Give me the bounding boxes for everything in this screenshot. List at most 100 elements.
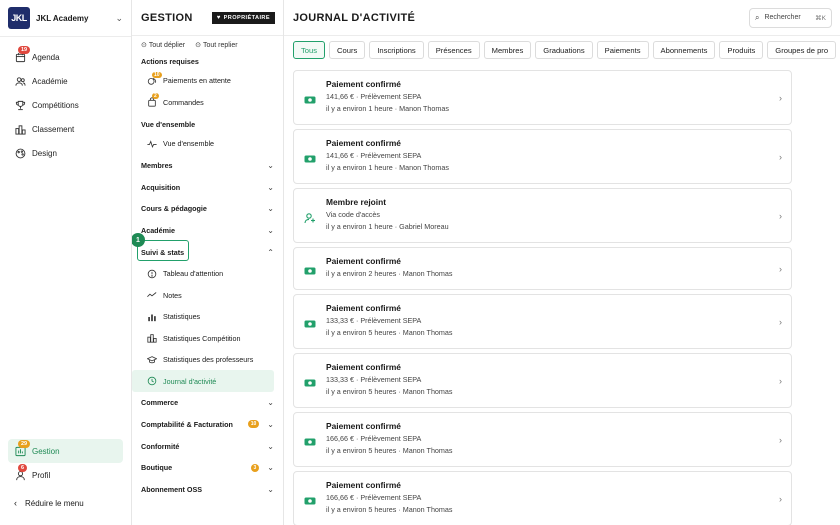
nav-item-academie[interactable]: Académie (0, 69, 131, 93)
tab-groupes[interactable]: Groupes de pro (767, 41, 837, 59)
app-rail: JKL JKL Academy ⌄ 19 Agenda Académie Com… (0, 0, 132, 525)
profil-badge: 6 (18, 464, 28, 472)
activity-card[interactable]: Paiement confirmé 141,66 € · Prélèvement… (293, 70, 792, 125)
chevron-right-icon: › (779, 151, 782, 162)
tab-abonnements[interactable]: Abonnements (652, 41, 716, 59)
reduce-menu-label: Réduire le menu (25, 498, 84, 508)
nav-item-label: Design (32, 148, 57, 158)
activity-card[interactable]: Membre rejoint Via code d'accès il y a e… (293, 188, 792, 243)
tab-tous[interactable]: Tous (293, 41, 326, 59)
tab-presences[interactable]: Présences (427, 41, 480, 59)
sub-item-commandes[interactable]: 2 Commandes (132, 92, 283, 114)
heart-icon: ♥ (216, 14, 221, 21)
sub-item-paiements-attente[interactable]: 10 Paiements en attente (132, 70, 283, 92)
activity-meta: il y a environ 5 heures · Manon Thomas (326, 505, 453, 514)
activity-title: Paiement confirmé (326, 303, 401, 313)
owner-badge: ♥ PROPRIÉTAIRE (211, 11, 275, 24)
activity-detail: 166,66 € · Prélèvement SEPA (326, 434, 422, 443)
tab-produits[interactable]: Produits (719, 41, 764, 59)
chevron-down-icon: ⌄ (267, 182, 274, 192)
tab-inscriptions[interactable]: Inscriptions (369, 41, 424, 59)
activity-title: Paiement confirmé (326, 79, 401, 89)
nav-item-agenda[interactable]: 19 Agenda (0, 45, 131, 69)
money-icon (304, 494, 316, 506)
reduce-menu-button[interactable]: ‹ Réduire le menu (0, 491, 131, 515)
rail-bottom: 29 Gestion 6 Profil ‹ Réduire le menu (0, 439, 131, 515)
nav-item-classement[interactable]: Classement (0, 117, 131, 141)
search-icon: ⌕ (755, 12, 760, 22)
tab-membres[interactable]: Membres (483, 41, 532, 59)
money-icon (304, 435, 316, 447)
palette-icon (14, 147, 26, 159)
tab-paiements[interactable]: Paiements (596, 41, 649, 59)
money-icon (304, 376, 316, 388)
activity-meta: il y a environ 5 heures · Manon Thomas (326, 328, 453, 337)
group-membres[interactable]: Membres ⌄ (132, 155, 283, 177)
brand-name: JKL Academy (36, 13, 89, 23)
bag-icon: 2 (146, 93, 159, 108)
activity-card[interactable]: Paiement confirmé 166,66 € · Prélèvement… (293, 471, 792, 525)
activity-title: Paiement confirmé (326, 362, 401, 372)
sub-item-statistiques[interactable]: Statistiques (132, 306, 283, 328)
sub-item-statistiques-professeurs[interactable]: Statistiques des professeurs (132, 349, 283, 371)
sub-item-tableau-attention[interactable]: Tableau d'attention (132, 263, 283, 285)
sub-item-label: Commandes (163, 97, 204, 107)
nav-item-design[interactable]: Design (0, 141, 131, 165)
chevron-right-icon: › (779, 493, 782, 504)
group-academie[interactable]: Académie ⌄ (132, 220, 283, 242)
alert-circle-icon (146, 268, 158, 280)
nav-item-label: Classement (32, 124, 75, 134)
expand-all-button[interactable]: ⊙ Tout déplier (141, 41, 185, 49)
activity-detail: Via code d'accès (326, 210, 380, 219)
tab-graduations[interactable]: Graduations (535, 41, 593, 59)
search-button[interactable]: ⌕ Rechercher ⌘K (749, 7, 832, 28)
search-label: Rechercher (764, 14, 801, 21)
chevron-right-icon: › (779, 375, 782, 386)
brand-switcher[interactable]: JKL JKL Academy ⌄ (0, 0, 131, 36)
activity-card[interactable]: Paiement confirmé 133,33 € · Prélèvement… (293, 294, 792, 349)
gestion-panel: GESTION ♥ PROPRIÉTAIRE ⊙ Tout déplier ⊙ Tou… (132, 0, 284, 525)
activity-card[interactable]: Paiement confirmé il y a environ 2 heure… (293, 247, 792, 290)
nav-item-label: Profil (32, 470, 51, 480)
activity-card[interactable]: Paiement confirmé 166,66 € · Prélèvement… (293, 412, 792, 467)
group-label: Conformité (141, 441, 180, 451)
activity-meta: il y a environ 5 heures · Manon Thomas (326, 446, 453, 455)
owner-badge-label: PROPRIÉTAIRE (223, 14, 270, 21)
activity-card[interactable]: Paiement confirmé 133,33 € · Prélèvement… (293, 353, 792, 408)
tab-cours[interactable]: Cours (329, 41, 366, 59)
activity-card[interactable]: Paiement confirmé 141,66 € · Prélèvement… (293, 129, 792, 184)
group-acquisition[interactable]: Acquisition ⌄ (132, 176, 283, 198)
chevron-down-icon: ⌄ (267, 160, 274, 170)
nav-item-competitions[interactable]: Compétitions (0, 93, 131, 117)
main-header: JOURNAL D'ACTIVITÉ ⌕ Rechercher ⌘K (284, 0, 840, 36)
group-cours[interactable]: Cours & pédagogie ⌄ (132, 198, 283, 220)
divider (0, 36, 131, 37)
chevron-up-icon: ⌃ (267, 247, 274, 257)
group-label: Commerce (141, 398, 179, 408)
nav-item-profil[interactable]: 6 Profil (0, 463, 131, 487)
group-suivi-stats[interactable]: 1 Suivi & stats ⌃ (132, 233, 283, 263)
group-label: Abonnement OSS (141, 485, 203, 495)
collapse-all-button[interactable]: ⊙ Tout replier (195, 41, 238, 49)
nav-item-gestion[interactable]: 29 Gestion (8, 439, 123, 463)
sub-item-vue-ensemble[interactable]: Vue d'ensemble (132, 133, 283, 155)
expand-icon: ⊙ (141, 42, 147, 49)
sub-item-journal-activite[interactable]: Journal d'activité (132, 370, 274, 392)
graduation-cap-icon (146, 354, 158, 366)
group-label: Académie (141, 225, 175, 235)
group-comptabilite[interactable]: Comptabilité & Facturation 10 ⌄ (132, 414, 283, 436)
coins-icon: 10 (146, 71, 162, 87)
sub-item-notes[interactable]: Notes (132, 284, 283, 306)
nav-item-label: Académie (32, 76, 68, 86)
group-commerce[interactable]: Commerce ⌄ (132, 392, 283, 414)
chevron-down-icon: ⌄ (267, 463, 274, 473)
group-abonnement-oss[interactable]: Abonnement OSS ⌄ (132, 479, 283, 501)
group-conformite[interactable]: Conformité ⌄ (132, 435, 283, 457)
panel-header: GESTION ♥ PROPRIÉTAIRE (132, 0, 283, 36)
paiements-badge: 10 (152, 71, 162, 78)
chevron-right-icon: › (779, 434, 782, 445)
bar-chart-icon (146, 311, 158, 323)
group-boutique[interactable]: Boutique 3 ⌄ (132, 457, 283, 479)
activity-meta: il y a environ 5 heures · Manon Thomas (326, 387, 453, 396)
sub-item-statistiques-competition[interactable]: Statistiques Compétition (132, 327, 283, 349)
